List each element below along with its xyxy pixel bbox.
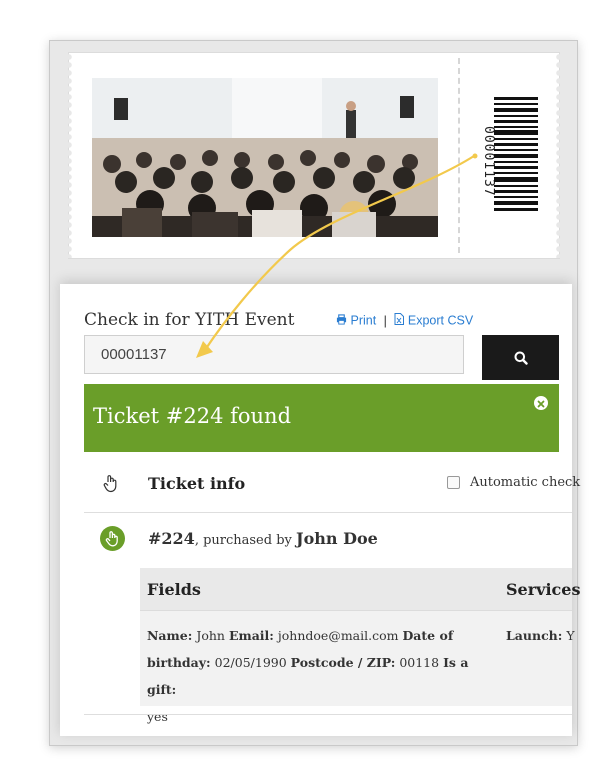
hand-pointer-icon (103, 475, 117, 493)
search-button[interactable] (482, 335, 559, 380)
automatic-checkin-checkbox[interactable] (447, 476, 460, 489)
postcode-value: 00118 (399, 655, 440, 670)
name-value: John (196, 628, 225, 643)
conference-audience-image (92, 78, 438, 237)
buyer-name: John Doe (296, 529, 378, 548)
email-label: Email: (228, 628, 274, 643)
close-icon (537, 400, 545, 408)
postcode-label: Postcode / ZIP: (290, 655, 396, 670)
link-separator: | (383, 313, 387, 328)
dob-value: 02/05/1990 (214, 655, 287, 670)
print-link[interactable]: Print (336, 313, 380, 329)
barcode-icon (494, 97, 538, 211)
table-divider (84, 512, 572, 513)
search-icon (514, 351, 528, 365)
alert-message: Ticket #224 found (93, 404, 292, 428)
ticket-found-alert: Ticket #224 found (84, 384, 559, 452)
name-label: Name: (147, 628, 193, 643)
printer-icon (336, 314, 347, 325)
event-photo (92, 78, 438, 237)
table-bottom-divider (84, 714, 572, 715)
services-values: Launch: Y (506, 622, 575, 649)
barcode-number: 00001137 (481, 126, 496, 197)
gift-value: yes (147, 709, 168, 724)
checkin-title: Check in for YITH Event (84, 310, 295, 330)
file-excel-icon (394, 313, 405, 326)
checkin-status-badge[interactable] (100, 526, 125, 551)
ticket-number: #224 (148, 529, 195, 548)
ticket-search-input[interactable]: 00001137 (84, 335, 464, 374)
launch-label: Launch: (506, 628, 563, 643)
email-value: johndoe@mail.com (277, 628, 399, 643)
export-csv-link[interactable]: Export CSV (394, 313, 474, 329)
launch-value: Y (566, 628, 575, 643)
hand-pointer-icon (105, 531, 118, 547)
automatic-checkin-toggle[interactable]: Automatic check (447, 475, 580, 490)
purchased-by-text: , purchased by (194, 533, 297, 548)
alert-close-button[interactable] (534, 396, 548, 410)
ticket-perforation (458, 58, 460, 253)
print-label: Print (350, 314, 377, 329)
services-column-header: Services (506, 580, 581, 599)
panel-actions: Print | Export CSV (336, 313, 473, 328)
ticket-row: #224, purchased by John Doe (148, 529, 378, 548)
export-csv-label: Export CSV (407, 314, 474, 329)
fields-column-header: Fields (147, 580, 201, 599)
ticket-info-header: Ticket info (148, 474, 246, 493)
automatic-checkin-label: Automatic check (470, 475, 581, 490)
